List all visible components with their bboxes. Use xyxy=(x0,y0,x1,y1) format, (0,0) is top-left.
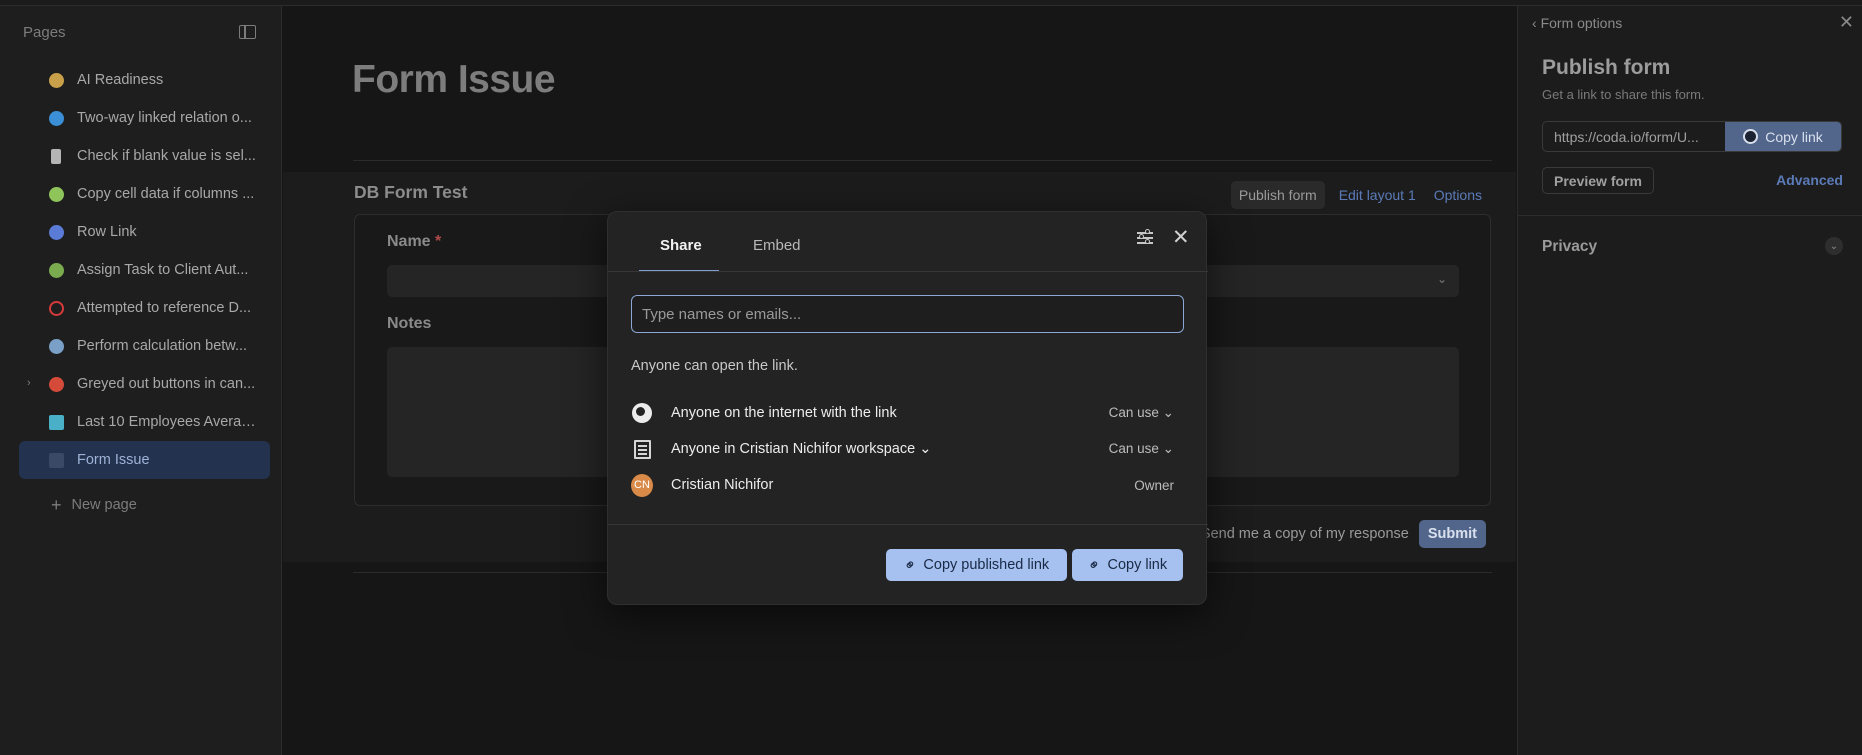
sidebar-item-assign-task[interactable]: Assign Task to Client Aut... xyxy=(19,251,270,289)
sidebar-item-label: Perform calculation betw... xyxy=(77,338,248,354)
send-copy-checkbox-label[interactable]: Send me a copy of my response xyxy=(1201,526,1409,542)
notes-field-label: Notes xyxy=(387,315,432,332)
sidebar-header: Pages xyxy=(23,24,66,41)
form-options-panel: ‹ Form options ✕ Publish form Get a link… xyxy=(1517,6,1862,755)
page-title: Form Issue xyxy=(352,58,556,101)
sidebar-item-attempted-reference[interactable]: Attempted to reference D... xyxy=(19,289,270,327)
close-icon[interactable]: ✕ xyxy=(1172,225,1190,250)
chevron-down-icon[interactable]: ⌄ xyxy=(1825,237,1843,255)
sidebar-item-two-way-linked[interactable]: Two-way linked relation o... xyxy=(19,99,270,137)
tab-share[interactable]: Share xyxy=(660,237,702,254)
copy-link-label: Copy link xyxy=(1765,128,1823,145)
workspace-dropdown[interactable]: Anyone in Cristian Nichifor workspace ⌄ xyxy=(671,441,931,457)
share-row-owner: CN Cristian Nichifor Owner xyxy=(631,471,1184,499)
copy-icon xyxy=(49,187,64,202)
form-icon xyxy=(49,453,64,468)
building-icon xyxy=(631,438,653,460)
back-label: Form options xyxy=(1540,15,1623,31)
edit-layout-button[interactable]: Edit layout 1 xyxy=(1335,181,1420,209)
share-dialog: Share Embed ✕ Anyone can open the link. … xyxy=(607,211,1208,605)
invite-input[interactable] xyxy=(631,295,1184,333)
sidebar-item-greyed-out[interactable]: › Greyed out buttons in can... xyxy=(19,365,270,403)
copy-published-link-button[interactable]: ⚭ Copy published link xyxy=(886,549,1067,581)
link-icon: ⚭ xyxy=(900,554,921,576)
sidebar-item-label: Row Link xyxy=(77,224,137,240)
permission-dropdown[interactable]: Can use ⌄ xyxy=(1109,441,1174,457)
chevron-down-icon: ⌄ xyxy=(1436,272,1447,286)
calculator-icon xyxy=(49,339,64,354)
new-page-label: New page xyxy=(71,497,137,513)
permission-dropdown[interactable]: Can use ⌄ xyxy=(1109,405,1174,421)
sidebar-item-perform-calculation[interactable]: Perform calculation betw... xyxy=(19,327,270,365)
sidebar: Pages AI Readiness Two-way linked relati… xyxy=(0,6,282,755)
row-link-icon xyxy=(49,225,64,240)
sidebar-item-last-10-employees[interactable]: Last 10 Employees Average xyxy=(19,403,270,441)
share-row-label: Anyone on the internet with the link xyxy=(671,405,897,421)
options-button[interactable]: Options xyxy=(1430,181,1486,209)
sidebar-item-row-link[interactable]: Row Link xyxy=(19,213,270,251)
share-row-workspace: Anyone in Cristian Nichifor workspace ⌄ … xyxy=(631,435,1184,463)
sidebar-item-label: Attempted to reference D... xyxy=(77,300,252,316)
brain-icon xyxy=(49,73,64,88)
sidebar-page-list: AI Readiness Two-way linked relation o..… xyxy=(19,61,270,479)
people-icon xyxy=(49,263,64,278)
tab-embed[interactable]: Embed xyxy=(753,237,801,254)
privacy-section-title[interactable]: Privacy xyxy=(1542,238,1597,256)
red-circle-icon xyxy=(49,377,64,392)
chevron-right-icon[interactable]: › xyxy=(27,377,31,389)
copy-link-button[interactable]: ⚭ Copy link xyxy=(1072,549,1183,581)
plus-icon: + xyxy=(51,494,62,515)
new-page-button[interactable]: + New page xyxy=(19,486,270,524)
form-footer: Send me a copy of my response Submit xyxy=(1201,520,1486,548)
panel-title: Publish form xyxy=(1542,56,1671,79)
link-icon: ⚭ xyxy=(1084,554,1105,576)
sidebar-item-label: Check if blank value is sel... xyxy=(77,148,256,164)
sidebar-item-form-issue[interactable]: Form Issue xyxy=(19,441,270,479)
name-label-text: Name xyxy=(387,233,431,250)
preview-form-button[interactable]: Preview form xyxy=(1542,167,1654,194)
avatar: CN xyxy=(631,473,653,497)
form-url: https://coda.io/form/U... xyxy=(1554,128,1699,145)
publish-form-button[interactable]: Publish form xyxy=(1230,181,1325,209)
share-row-label: Cristian Nichifor xyxy=(671,477,774,493)
share-row-internet: Anyone on the internet with the link Can… xyxy=(631,399,1184,427)
back-button[interactable]: ‹ Form options xyxy=(1532,15,1622,31)
form-url-field[interactable]: https://coda.io/form/U... Copy link xyxy=(1542,121,1842,152)
sidebar-item-label: Last 10 Employees Average xyxy=(77,414,257,430)
divider xyxy=(608,524,1208,525)
copy-published-link-label: Copy published link xyxy=(923,557,1050,573)
settings-sliders-icon[interactable] xyxy=(1136,229,1154,247)
sidebar-item-label: AI Readiness xyxy=(77,72,164,88)
sidebar-item-label: Form Issue xyxy=(77,452,150,468)
copy-link-label: Copy link xyxy=(1107,557,1168,573)
link-arrows-icon xyxy=(49,111,64,126)
sidebar-item-check-blank[interactable]: Check if blank value is sel... xyxy=(19,137,270,175)
sidebar-item-ai-readiness[interactable]: AI Readiness xyxy=(19,61,270,99)
globe-icon xyxy=(1743,129,1759,144)
advanced-link[interactable]: Advanced xyxy=(1776,172,1843,188)
owner-role: Owner xyxy=(1134,477,1174,493)
required-marker: * xyxy=(435,233,442,250)
sidebar-item-label: Greyed out buttons in can... xyxy=(77,376,256,392)
sidebar-toggle-icon[interactable] xyxy=(239,25,256,39)
copy-link-button[interactable]: Copy link xyxy=(1725,122,1841,151)
no-entry-icon xyxy=(49,301,64,316)
sidebar-item-copy-cell[interactable]: Copy cell data if columns ... xyxy=(19,175,270,213)
sidebar-item-label: Two-way linked relation o... xyxy=(77,110,252,126)
phone-icon xyxy=(51,149,61,164)
sidebar-item-label: Assign Task to Client Aut... xyxy=(77,262,249,278)
form-title: DB Form Test xyxy=(354,182,468,202)
globe-icon xyxy=(631,402,653,424)
form-actions: Publish form Edit layout 1 Options xyxy=(1230,181,1486,209)
submit-button[interactable]: Submit xyxy=(1418,520,1486,548)
name-field-label: Name * xyxy=(387,233,441,251)
divider xyxy=(353,160,1492,161)
divider xyxy=(1518,215,1862,216)
chart-icon xyxy=(49,415,64,430)
close-icon[interactable]: ✕ xyxy=(1839,12,1854,33)
divider xyxy=(608,271,1208,272)
link-access-note: Anyone can open the link. xyxy=(631,358,798,374)
sidebar-item-label: Copy cell data if columns ... xyxy=(77,186,255,202)
panel-subtitle: Get a link to share this form. xyxy=(1542,87,1705,102)
